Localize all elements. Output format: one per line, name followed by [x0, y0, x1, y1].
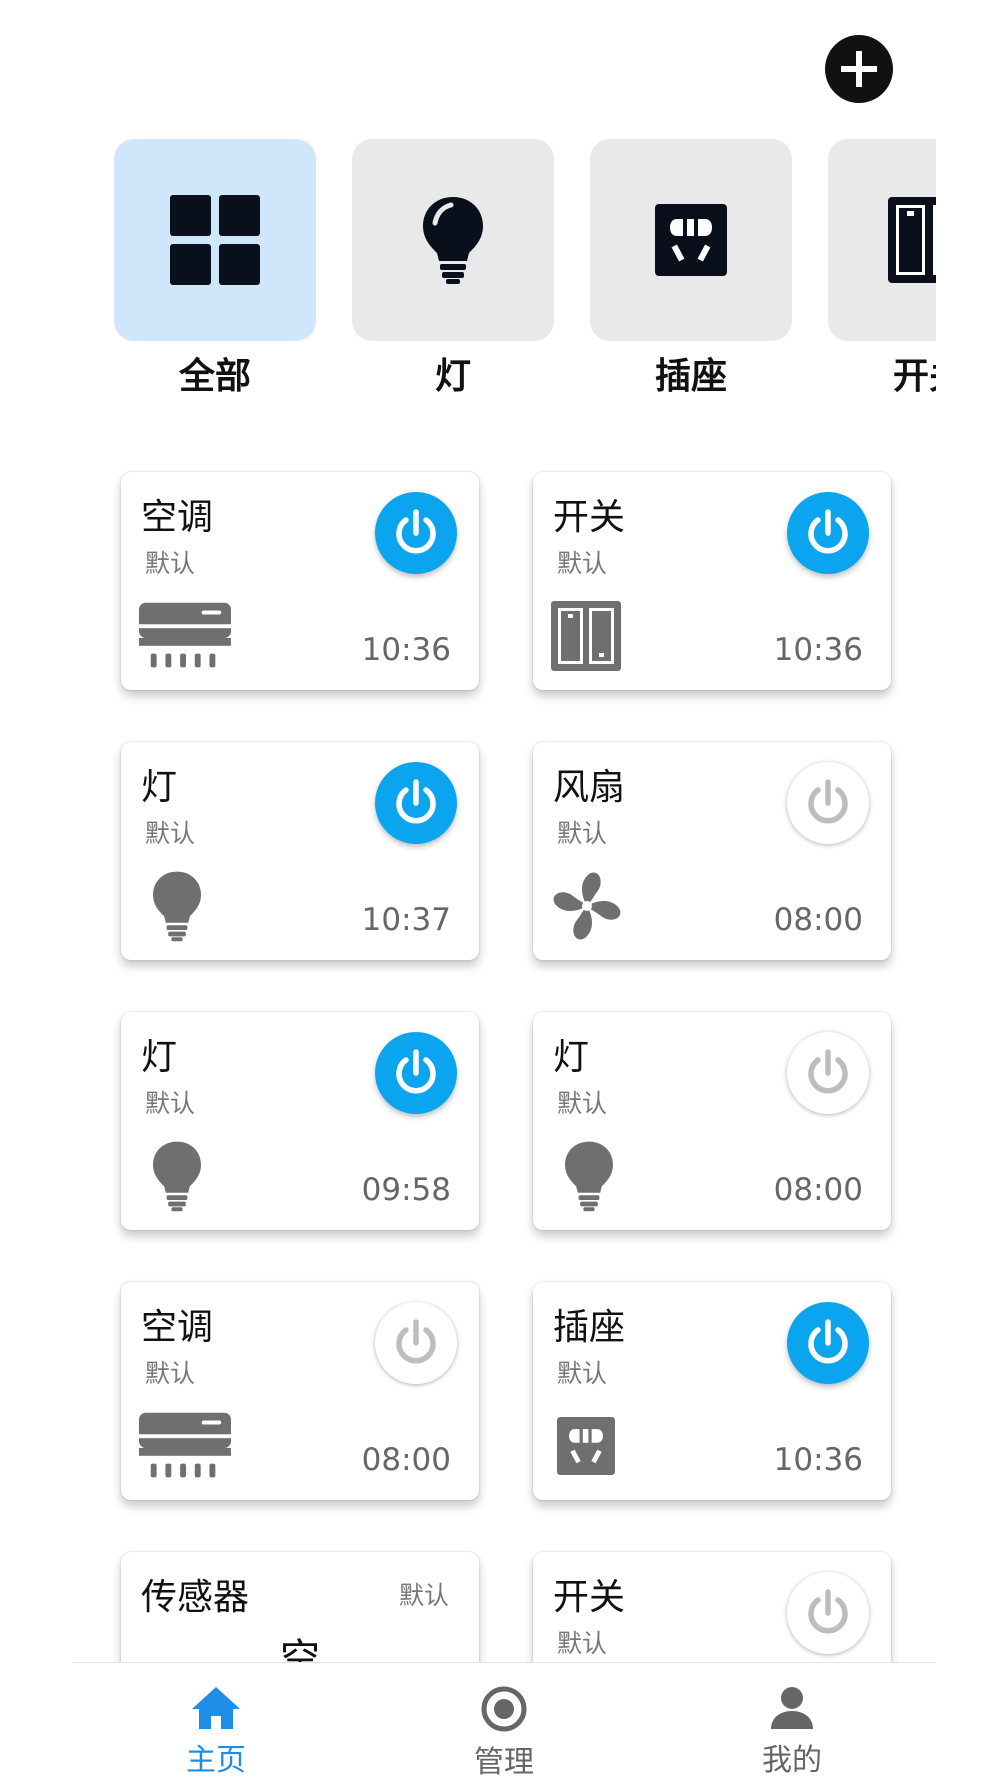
power-toggle[interactable]	[787, 762, 869, 844]
bulb-icon	[151, 870, 243, 942]
power-toggle[interactable]	[787, 1302, 869, 1384]
device-group: 默认	[145, 819, 196, 848]
device-time: 10:36	[773, 1442, 863, 1478]
power-toggle[interactable]	[787, 492, 869, 574]
device-group: 默认	[145, 1359, 196, 1388]
device-group: 默认	[398, 1581, 449, 1610]
device-card[interactable]: 开关 默认 10:36	[533, 472, 891, 690]
bulb-icon	[423, 197, 483, 284]
power-toggle[interactable]	[375, 762, 457, 844]
power-icon	[808, 1589, 848, 1634]
device-name: 空调	[141, 497, 214, 538]
user-icon	[771, 1687, 813, 1729]
category-socket[interactable]: 插座	[590, 139, 792, 399]
device-card[interactable]: 灯 默认 10:37	[121, 742, 479, 960]
fan-icon	[551, 870, 643, 942]
device-card[interactable]: 空调 默认	[121, 1282, 479, 1500]
power-toggle[interactable]	[787, 1032, 869, 1114]
power-icon	[396, 779, 436, 824]
switch-icon	[551, 600, 643, 672]
category-tile	[352, 139, 554, 341]
socket-icon	[655, 204, 727, 276]
switch-icon	[888, 197, 936, 283]
home-icon	[192, 1687, 240, 1729]
nav-profile[interactable]: 我的	[732, 1685, 852, 1779]
device-group: 默认	[557, 819, 608, 848]
sensor-card[interactable]: 传感器 默认 空	[121, 1552, 479, 1662]
category-label: 全部	[178, 356, 251, 397]
device-time: 10:36	[773, 632, 863, 668]
device-card[interactable]: 空调 默认	[121, 472, 479, 690]
device-card[interactable]: 灯 默认 09:58	[121, 1012, 479, 1230]
category-label: 灯	[434, 356, 471, 397]
socket-icon	[557, 1410, 649, 1482]
nav-label: 管理	[474, 1745, 534, 1780]
power-icon	[808, 1319, 848, 1364]
ac-icon	[139, 1410, 231, 1482]
home-screen: 全部 灯 插座 开 空调 默认 10:36 开关 默认 10:36 灯 默认 1…	[0, 0, 1008, 1792]
power-toggle[interactable]	[375, 1302, 457, 1384]
nav-label: 主页	[186, 1743, 246, 1778]
device-group: 默认	[557, 1629, 608, 1658]
device-grid: 空调 默认 10:36 开关 默认 10:36 灯 默认 10:37 风扇 默认…	[0, 470, 1008, 1662]
nav-home[interactable]: 主页	[156, 1685, 276, 1779]
device-name: 空调	[141, 1307, 214, 1348]
add-device-button[interactable]	[825, 35, 893, 103]
device-name: 风扇	[553, 767, 626, 808]
device-card[interactable]: 灯 默认 08:00	[533, 1012, 891, 1230]
category-strip: 全部 灯 插座 开	[114, 139, 936, 399]
device-time: 10:37	[361, 902, 451, 938]
device-card[interactable]: 开关 默认	[533, 1552, 891, 1662]
device-name: 灯	[141, 1037, 178, 1078]
power-icon	[396, 1049, 436, 1094]
bulb-icon	[563, 1140, 655, 1212]
power-toggle[interactable]	[787, 1572, 869, 1654]
bottom-nav: 主页 管理 我的	[72, 1662, 936, 1792]
device-name: 传感器	[141, 1577, 250, 1618]
device-group: 默认	[557, 1089, 608, 1118]
device-card[interactable]: 插座 默认 10:36	[533, 1282, 891, 1500]
power-icon	[396, 1319, 436, 1364]
nav-manage[interactable]: 管理	[444, 1685, 564, 1781]
category-label: 开关	[892, 356, 936, 397]
device-name: 灯	[141, 767, 178, 808]
manage-icon	[481, 1686, 527, 1732]
grid-icon	[170, 195, 260, 285]
bulb-icon	[151, 1140, 243, 1212]
category-switch[interactable]: 开关	[828, 139, 936, 399]
sensor-value: 空	[280, 1636, 320, 1662]
power-icon	[808, 779, 848, 824]
plus-icon	[841, 51, 877, 87]
ac-icon	[139, 600, 231, 672]
device-name: 开关	[553, 1577, 626, 1618]
category-all[interactable]: 全部	[114, 139, 316, 399]
device-group: 默认	[557, 1359, 608, 1388]
device-card[interactable]: 风扇 默认 08:00	[533, 742, 891, 960]
device-name: 插座	[553, 1307, 626, 1348]
power-icon	[808, 1049, 848, 1094]
category-light[interactable]: 灯	[352, 139, 554, 399]
category-tile	[828, 139, 936, 341]
device-name: 灯	[553, 1037, 590, 1078]
device-group: 默认	[145, 549, 196, 578]
power-toggle[interactable]	[375, 492, 457, 574]
power-icon	[808, 509, 848, 554]
nav-label: 我的	[762, 1743, 822, 1778]
power-toggle[interactable]	[375, 1032, 457, 1114]
device-name: 开关	[553, 497, 626, 538]
device-time: 08:00	[361, 1442, 451, 1478]
device-time: 08:00	[773, 902, 863, 938]
category-tile	[590, 139, 792, 341]
category-label: 插座	[654, 356, 727, 397]
device-time: 08:00	[773, 1172, 863, 1208]
category-tile	[114, 139, 316, 341]
device-time: 09:58	[361, 1172, 451, 1208]
power-icon	[396, 509, 436, 554]
device-group: 默认	[557, 549, 608, 578]
device-group: 默认	[145, 1089, 196, 1118]
device-time: 10:36	[361, 632, 451, 668]
